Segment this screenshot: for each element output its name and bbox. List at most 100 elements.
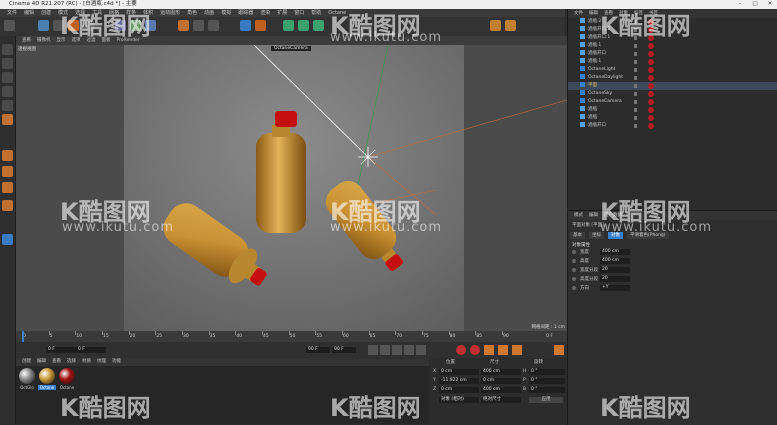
- object-row[interactable]: 酒瓶: [568, 106, 777, 114]
- autokey-icon[interactable]: [470, 345, 480, 355]
- current-frame-field[interactable]: 0 F: [76, 347, 106, 353]
- light-icon[interactable]: [490, 20, 501, 31]
- attribute-menu-item[interactable]: 编辑: [589, 213, 598, 218]
- render-view-icon[interactable]: [193, 20, 204, 31]
- attribute-value-field[interactable]: 400 cm: [600, 258, 630, 264]
- tag-icon[interactable]: [648, 75, 654, 81]
- viewport-menu-item[interactable]: 摄像机: [37, 38, 51, 43]
- render-settings-icon[interactable]: [208, 20, 219, 31]
- tag-icon[interactable]: [648, 67, 654, 73]
- visibility-dots[interactable]: [634, 60, 637, 64]
- material-menu-item[interactable]: 纹理: [97, 359, 106, 364]
- material-menu-item[interactable]: 选择: [67, 359, 76, 364]
- attribute-value-field[interactable]: +Y: [600, 285, 630, 291]
- coord-size-field[interactable]: 400 cm: [481, 369, 521, 375]
- goto-end-icon[interactable]: [416, 345, 426, 355]
- tag-icon[interactable]: [648, 91, 654, 97]
- apply-button[interactable]: 应用: [529, 397, 563, 403]
- array-icon[interactable]: [298, 20, 309, 31]
- menu-item[interactable]: 角色: [187, 10, 197, 16]
- object-row[interactable]: OctaneSky: [568, 90, 777, 98]
- select-tool-icon[interactable]: [38, 20, 49, 31]
- visibility-dots[interactable]: [634, 92, 637, 96]
- coord-size-field[interactable]: 0 cm: [481, 378, 521, 384]
- visibility-dots[interactable]: [634, 100, 637, 104]
- layer-icon[interactable]: [2, 234, 13, 245]
- camera-label[interactable]: OctaneCamera: [271, 46, 311, 51]
- object-row[interactable]: 平面: [568, 82, 777, 90]
- attribute-value-field[interactable]: 400 cm: [600, 249, 630, 255]
- key-rotation-icon[interactable]: [512, 345, 522, 355]
- visibility-dots[interactable]: [634, 68, 637, 72]
- tag-icon[interactable]: [648, 51, 654, 57]
- next-frame-icon[interactable]: [404, 345, 414, 355]
- play-icon[interactable]: [392, 345, 402, 355]
- material-menu-item[interactable]: 材质: [82, 359, 91, 364]
- menu-item[interactable]: 窗口: [294, 10, 304, 16]
- menu-item[interactable]: 扩展: [277, 10, 287, 16]
- material-item[interactable]: OctGlo: [18, 368, 36, 394]
- model-mode-icon[interactable]: [2, 58, 13, 69]
- visibility-dots[interactable]: [634, 124, 637, 128]
- tag-icon[interactable]: [648, 99, 654, 105]
- tag-icon[interactable]: [648, 43, 654, 49]
- object-menu-item[interactable]: 文件: [574, 11, 583, 16]
- menu-item[interactable]: 文件: [7, 10, 17, 16]
- undo-icon[interactable]: [4, 20, 15, 31]
- locked-workplane-icon[interactable]: [2, 182, 13, 193]
- object-row[interactable]: OctaneDaylight: [568, 74, 777, 82]
- max-frame-field[interactable]: 90 F: [306, 347, 330, 353]
- tag-icon[interactable]: [648, 123, 654, 129]
- cube-icon[interactable]: [240, 20, 251, 31]
- menu-item[interactable]: 帮助: [311, 10, 321, 16]
- playhead[interactable]: [22, 331, 24, 342]
- menu-item[interactable]: 编辑: [24, 10, 34, 16]
- menu-item[interactable]: 创建: [41, 10, 51, 16]
- maximize-button[interactable]: □: [748, 0, 762, 9]
- start-frame-field[interactable]: 0 F: [46, 347, 76, 353]
- soft-selection-icon[interactable]: [2, 200, 13, 211]
- object-row[interactable]: OctaneLight: [568, 66, 777, 74]
- coord-size-mode-select[interactable]: 绝对尺寸: [481, 397, 521, 403]
- material-menu-item[interactable]: 编辑: [37, 359, 46, 364]
- tag-icon[interactable]: [648, 107, 654, 113]
- material-menu-item[interactable]: 查看: [52, 359, 61, 364]
- preview-max-frame-field[interactable]: 90 F: [332, 347, 356, 353]
- prev-frame-icon[interactable]: [380, 345, 390, 355]
- menu-item[interactable]: 跟踪器: [238, 10, 253, 16]
- snap-icon[interactable]: [2, 150, 13, 161]
- attribute-menu-item[interactable]: 模式: [574, 213, 583, 218]
- coord-mode-select[interactable]: 对象 (相对): [439, 397, 479, 403]
- visibility-dots[interactable]: [634, 84, 637, 88]
- menu-item[interactable]: 运动图形: [160, 10, 180, 16]
- coord-position-field[interactable]: 0 cm: [439, 387, 479, 393]
- key-scale-icon[interactable]: [498, 345, 508, 355]
- render-icon[interactable]: [178, 20, 189, 31]
- make-editable-icon[interactable]: [2, 44, 13, 55]
- visibility-dots[interactable]: [634, 44, 637, 48]
- viewport-3d[interactable]: 透视视图 OctaneCamera 网格间距 : 1 cm: [16, 45, 567, 331]
- object-row[interactable]: 酒瓶: [568, 114, 777, 122]
- tag-icon[interactable]: [648, 83, 654, 89]
- menu-item[interactable]: 渲染: [260, 10, 270, 16]
- goto-start-icon[interactable]: [368, 345, 378, 355]
- coord-rotation-field[interactable]: 0 °: [529, 387, 565, 393]
- deformer-icon[interactable]: [313, 20, 324, 31]
- coord-position-field[interactable]: 0 cm: [439, 369, 479, 375]
- material-menu-item[interactable]: 创建: [22, 359, 31, 364]
- object-row[interactable]: 酒瓶开口: [568, 50, 777, 58]
- pen-icon[interactable]: [255, 20, 266, 31]
- material-menu-item[interactable]: 功能: [112, 359, 121, 364]
- timeline-ruler[interactable]: 0 5 10 15 20 25 30 35 40 45 50 55 60 65 70 75 80 85 90 0 F: [16, 331, 567, 342]
- texture-mode-icon[interactable]: [2, 72, 13, 83]
- object-row[interactable]: 酒瓶.1: [568, 58, 777, 66]
- visibility-dots[interactable]: [634, 52, 637, 56]
- visibility-dots[interactable]: [634, 116, 637, 120]
- tag-icon[interactable]: [648, 59, 654, 65]
- object-menu-item[interactable]: 编辑: [589, 11, 598, 16]
- workplane-icon[interactable]: [2, 166, 13, 177]
- material-item[interactable]: Octane: [38, 368, 56, 394]
- menu-item[interactable]: 动画: [204, 10, 214, 16]
- points-mode-icon[interactable]: [2, 86, 13, 97]
- subdivision-icon[interactable]: [283, 20, 294, 31]
